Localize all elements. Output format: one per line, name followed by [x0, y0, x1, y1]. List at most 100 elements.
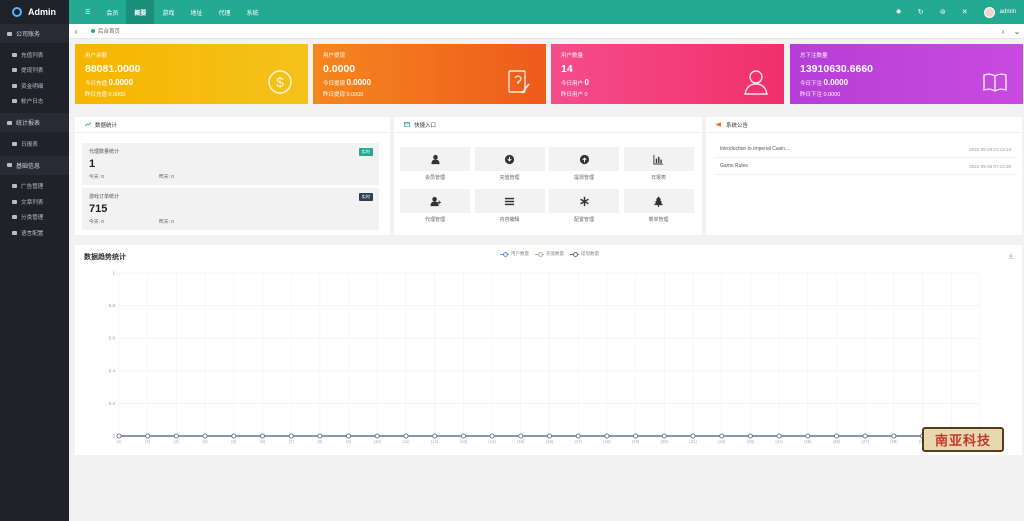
- quick-recharge-manage[interactable]: 充值管理: [474, 147, 545, 187]
- card-title: 总下注数量: [800, 53, 828, 59]
- sidebar-item-label: 充值列表: [21, 52, 44, 59]
- chevron-left-icon[interactable]: ‹: [69, 27, 83, 36]
- data-point: [862, 433, 868, 439]
- lock-icon[interactable]: ⊚: [932, 8, 954, 16]
- brand-name: Admin: [28, 7, 56, 17]
- list-icon: [12, 99, 17, 104]
- list-icon: [12, 215, 17, 220]
- x-tick-label: (25): [804, 439, 812, 444]
- sidebar-item-language[interactable]: 语言配置: [0, 225, 69, 241]
- quick-menu-manage[interactable]: 菜单管理: [623, 189, 694, 229]
- x-tick-label: (15): [517, 439, 525, 444]
- svg-text:$: $: [276, 74, 284, 90]
- sidebar-item-recharge-list[interactable]: 充值列表: [0, 47, 69, 63]
- nav-system[interactable]: 系统: [238, 0, 266, 24]
- quick-label: 菜单管理: [648, 217, 669, 223]
- legend-item-withdraw[interactable]: 提现数量: [570, 251, 599, 257]
- nav-games[interactable]: 游戏: [154, 0, 182, 24]
- data-point: [288, 433, 294, 439]
- stat-today: 今天: 0: [89, 175, 104, 180]
- data-point: [719, 433, 725, 439]
- sidebar-item-funds-detail[interactable]: 资金明细: [0, 78, 69, 94]
- x-tick-label: (19): [632, 439, 640, 444]
- quick-agent-manage[interactable]: 代理管理: [400, 189, 470, 229]
- notice-item[interactable]: Introduction to Imperial Casin... 2022-0…: [714, 141, 1017, 158]
- chart-title: 数据趋势统计: [84, 254, 126, 261]
- notice-title[interactable]: Game Rules: [720, 163, 748, 169]
- y-tick-label: 0: [112, 434, 115, 439]
- card-icon: [404, 122, 410, 127]
- user-add-icon: [429, 196, 441, 206]
- tree-icon: [653, 195, 664, 207]
- data-point: [661, 433, 667, 439]
- x-tick-label: (16): [546, 439, 554, 444]
- list-icon: [504, 197, 515, 205]
- x-tick-label: (9): [346, 439, 352, 444]
- megaphone-icon: [716, 122, 721, 127]
- data-point: [834, 433, 839, 439]
- settings-icon[interactable]: ✹: [888, 8, 910, 16]
- x-tick-label: (20): [661, 439, 669, 444]
- chevron-down-icon[interactable]: ⌄: [1010, 27, 1024, 36]
- quick-withdraw-manage[interactable]: 提现管理: [549, 147, 619, 187]
- quick-daily-report[interactable]: 日报表: [623, 147, 694, 187]
- legend-item-users[interactable]: 用户数量: [500, 251, 529, 257]
- data-point: [116, 433, 122, 439]
- x-tick-label: (11): [402, 439, 410, 444]
- chart-legend: 用户数量 充值数量 提现数量: [500, 251, 605, 257]
- panel-header: 数据统计: [75, 117, 390, 133]
- status-badge: 实时: [358, 148, 373, 156]
- quick-label: 充值管理: [499, 175, 520, 181]
- data-point: [460, 433, 466, 439]
- sidebar: 公司账务 充值列表 提现列表 资金明细 帐户日志 统计报表 日报表 基础信息 广…: [0, 24, 69, 521]
- quick-label: 会员管理: [424, 175, 445, 181]
- quick-label: 内容编辑: [499, 217, 520, 223]
- sidebar-item-daily-report[interactable]: 日报表: [0, 136, 69, 152]
- y-tick-label: 0.2: [109, 401, 116, 406]
- quick-entry-panel: 快捷入口 会员管理 充值管理 提现管理 日报表 代理管理 内容编辑 配置管理 菜…: [394, 117, 702, 235]
- panel-header: 系统公告: [706, 117, 1022, 133]
- fullscreen-icon[interactable]: ✕: [954, 8, 976, 16]
- nav-overview[interactable]: 概要: [126, 0, 155, 24]
- nav-address[interactable]: 地址: [182, 0, 210, 24]
- quick-member-manage[interactable]: 会员管理: [400, 147, 470, 187]
- sidebar-group-reports[interactable]: 统计报表: [0, 113, 69, 132]
- notice-item[interactable]: Game Rules 2022-05-25 07:14:30: [714, 158, 1017, 175]
- sidebar-item-withdraw-list[interactable]: 提现列表: [0, 63, 69, 79]
- sidebar-item-ads[interactable]: 广告管理: [0, 179, 69, 195]
- data-point: [575, 433, 581, 439]
- sidebar-group-finance[interactable]: 公司账务: [0, 24, 69, 43]
- refresh-icon[interactable]: ↻: [910, 8, 932, 16]
- chevron-right-icon[interactable]: ›: [996, 27, 1010, 36]
- breadcrumb-home[interactable]: 后台首页: [98, 27, 120, 35]
- data-point: [260, 433, 265, 439]
- sidebar-item-categories[interactable]: 分类管理: [0, 210, 69, 226]
- stat-game-orders: 游戏订单统计 715 今天: 0 昨天: 0 实时: [82, 188, 379, 230]
- notice-title[interactable]: Introduction to Imperial Casin...: [720, 146, 789, 152]
- card-user-withdraw: 用户提现 0.0000 今日提现 0.0000 昨日提现 0.0000: [313, 44, 546, 104]
- y-tick-label: 1: [112, 271, 115, 276]
- nav-members[interactable]: 会员: [98, 0, 126, 24]
- sidebar-item-account-log[interactable]: 帐户日志: [0, 94, 69, 110]
- sidebar-group-basic-info[interactable]: 基础信息: [0, 155, 69, 175]
- x-tick-label: (18): [603, 439, 611, 444]
- avatar[interactable]: [983, 6, 995, 18]
- x-tick-label: (17): [574, 439, 582, 444]
- report-icon: [7, 120, 12, 125]
- legend-item-recharge[interactable]: 充值数量: [535, 251, 564, 257]
- sidebar-item-articles[interactable]: 文章列表: [0, 194, 69, 210]
- nav-agents[interactable]: 代理: [210, 0, 238, 24]
- x-tick-label: (28): [890, 439, 898, 444]
- brand[interactable]: Admin: [0, 0, 69, 24]
- nav-menu-toggle[interactable]: ☰: [77, 0, 98, 24]
- stat-agents: 代理数量统计 1 今天: 0 昨天: 0 实时: [82, 143, 379, 185]
- y-tick-label: 0.8: [109, 303, 116, 308]
- data-point: [403, 433, 409, 439]
- quick-content-edit[interactable]: 内容编辑: [474, 189, 545, 229]
- quick-config-manage[interactable]: 配置管理: [549, 189, 619, 229]
- sidebar-item-label: 分类管理: [21, 215, 44, 222]
- sidebar-item-label: 帐户日志: [21, 99, 44, 106]
- user-name[interactable]: admin: [1000, 9, 1016, 15]
- stat-value: 1: [89, 158, 96, 170]
- download-icon[interactable]: [1008, 253, 1014, 259]
